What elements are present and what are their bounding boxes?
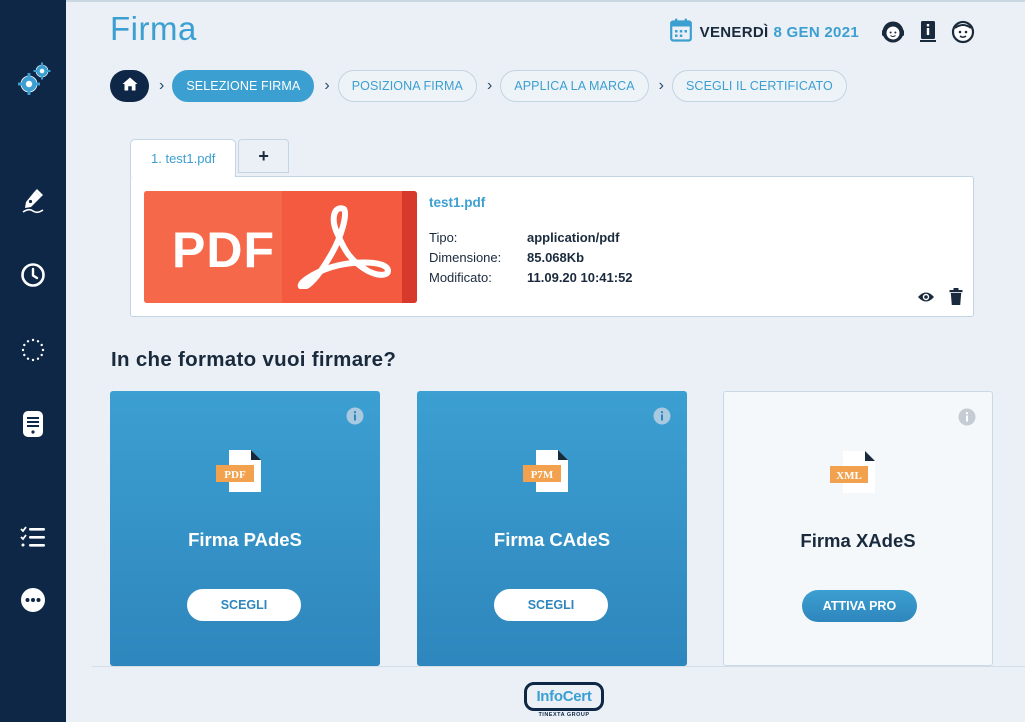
scegli-pades-button[interactable]: SCEGLI bbox=[187, 589, 301, 621]
chevron-right-icon: › bbox=[486, 77, 493, 94]
breadcrumb-home[interactable] bbox=[110, 70, 149, 102]
breadcrumb-step-posiziona-firma[interactable]: POSIZIONA FIRMA bbox=[337, 70, 477, 102]
format-card-cades[interactable]: P7M Firma CAdeS SCEGLI bbox=[417, 391, 687, 666]
tasks-list-icon[interactable] bbox=[0, 522, 66, 552]
document-list-icon[interactable] bbox=[0, 408, 66, 440]
info-icon[interactable] bbox=[653, 407, 671, 430]
svg-text:P7M: P7M bbox=[531, 469, 554, 481]
meta-row-type: Tipo: application/pdf bbox=[429, 227, 633, 247]
pdf-thumbnail: PDF bbox=[144, 191, 417, 303]
footer-divider bbox=[92, 666, 1025, 667]
format-card-pades[interactable]: PDF Firma PAdeS SCEGLI bbox=[110, 391, 380, 666]
history-clock-icon[interactable] bbox=[0, 260, 66, 290]
meta-value: 11.09.20 10:41:52 bbox=[527, 269, 633, 285]
file-preview-card: PDF test1.pdf Tipo: application/pdf Dime… bbox=[130, 176, 974, 317]
format-section-title: In che formato vuoi firmare? bbox=[111, 348, 397, 371]
meta-key: Modificato: bbox=[429, 269, 492, 285]
main-content: Firma VENERDÌ 8 GEN 2021 › SELEZIONE FIR… bbox=[66, 0, 1025, 722]
format-label: Firma PAdeS bbox=[188, 529, 302, 550]
header-toolbar: VENERDÌ 8 GEN 2021 bbox=[669, 18, 1025, 47]
meta-key: Dimensione: bbox=[429, 249, 502, 265]
info-icon[interactable] bbox=[958, 408, 976, 431]
sign-pen-icon[interactable] bbox=[0, 186, 66, 216]
attiva-pro-button[interactable]: ATTIVA PRO bbox=[802, 590, 917, 622]
settings-gears-icon[interactable] bbox=[0, 58, 66, 102]
breadcrumb-step-applica-la-marca[interactable]: APPLICA LA MARCA bbox=[500, 70, 649, 102]
trash-icon[interactable] bbox=[949, 288, 963, 305]
more-options-icon[interactable] bbox=[0, 585, 66, 615]
profile-face-icon[interactable] bbox=[951, 20, 975, 44]
info-icon[interactable] bbox=[346, 407, 364, 430]
eye-icon[interactable] bbox=[917, 291, 935, 303]
svg-text:PDF: PDF bbox=[224, 469, 246, 481]
logo-name: InfoCert bbox=[536, 688, 592, 705]
date-display: VENERDÌ 8 GEN 2021 bbox=[669, 18, 859, 47]
calendar-icon bbox=[669, 18, 692, 47]
p7m-file-icon: P7M bbox=[520, 448, 572, 501]
home-icon bbox=[122, 77, 138, 96]
date-day: VENERDÌ bbox=[699, 23, 769, 41]
file-actions bbox=[903, 288, 963, 305]
sidebar bbox=[0, 0, 66, 722]
scegli-cades-button[interactable]: SCEGLI bbox=[494, 589, 608, 621]
tab-file-test1[interactable]: 1. test1.pdf bbox=[130, 139, 237, 177]
pdf-file-icon: PDF bbox=[213, 448, 265, 501]
xml-file-icon: XML bbox=[827, 449, 879, 502]
breadcrumb: › SELEZIONE FIRMA › POSIZIONA FIRMA › AP… bbox=[110, 70, 847, 102]
user-manual-icon[interactable] bbox=[919, 20, 937, 44]
infocert-logo: InfoCert TINEXTA GROUP bbox=[524, 682, 604, 718]
file-tabs: 1. test1.pdf + bbox=[130, 139, 291, 177]
acrobat-logo-icon bbox=[297, 205, 391, 289]
file-metadata: Tipo: application/pdf Dimensione: 85.068… bbox=[429, 227, 633, 287]
pdf-thumbnail-text: PDF bbox=[172, 222, 275, 278]
format-label: Firma CAdeS bbox=[493, 529, 611, 550]
chevron-right-icon: › bbox=[159, 77, 165, 94]
meta-row-size: Dimensione: 85.068Kb bbox=[429, 247, 633, 267]
breadcrumb-step-scegli-certificato[interactable]: SCEGLI IL CERTIFICATO bbox=[672, 70, 847, 102]
date-value: 8 GEN 2021 bbox=[773, 23, 859, 41]
chevron-right-icon: › bbox=[658, 77, 664, 94]
meta-value: application/pdf bbox=[527, 229, 620, 245]
meta-row-modified: Modificato: 11.09.20 10:41:52 bbox=[429, 267, 633, 287]
svg-text:XML: XML bbox=[836, 470, 862, 482]
format-label: Firma XAdeS bbox=[800, 530, 916, 551]
chevron-right-icon: › bbox=[324, 77, 330, 94]
loading-circle-icon[interactable] bbox=[0, 335, 66, 365]
meta-key: Tipo: bbox=[429, 229, 458, 245]
logo-subtitle: TINEXTA GROUP bbox=[538, 712, 590, 718]
add-file-tab-button[interactable]: + bbox=[238, 139, 289, 173]
page-title: Firma bbox=[110, 10, 197, 47]
format-card-xades[interactable]: XML Firma XAdeS ATTIVA PRO bbox=[723, 391, 993, 666]
support-agent-icon[interactable] bbox=[881, 20, 905, 44]
file-name[interactable]: test1.pdf bbox=[429, 195, 485, 210]
breadcrumb-step-selezione-firma[interactable]: SELEZIONE FIRMA bbox=[172, 70, 315, 102]
meta-value: 85.068Kb bbox=[527, 249, 585, 265]
